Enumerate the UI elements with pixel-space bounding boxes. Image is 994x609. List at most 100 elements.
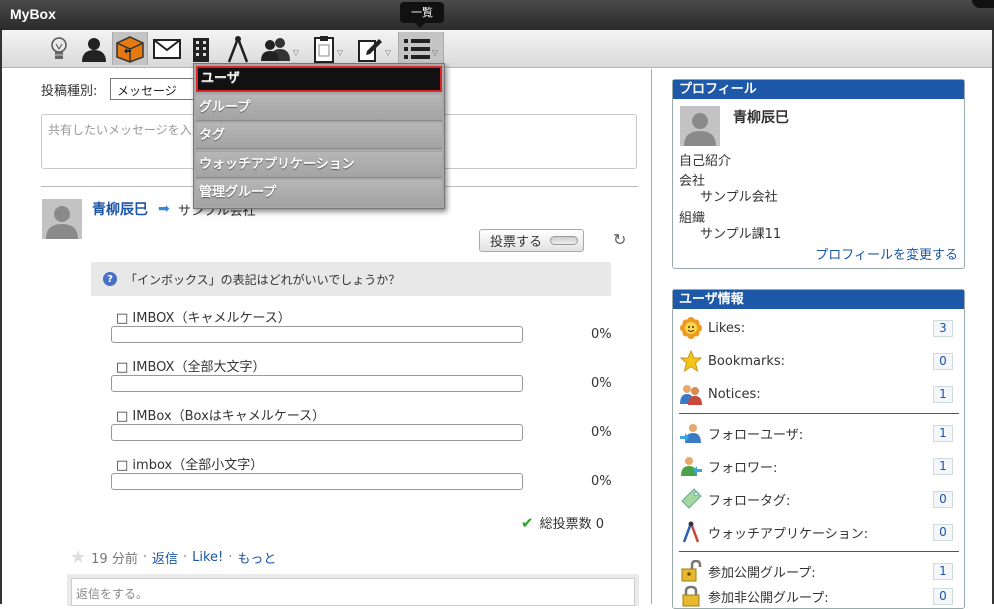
watch-apps-row[interactable]: ウォッチアプリケーション: 0 bbox=[679, 520, 959, 544]
poll-option-bar bbox=[111, 326, 523, 343]
sidebar: プロフィール 青柳辰巳 自己紹介 会社 サンプル会社 組織 サンプル課11 プロ… bbox=[652, 69, 992, 609]
menu-item-watch-apps[interactable]: ウォッチアプリケーション bbox=[196, 152, 442, 178]
separator-dot: · bbox=[182, 550, 188, 565]
vote-button-label: 投票する bbox=[490, 235, 543, 250]
private-groups-count: 0 bbox=[933, 587, 953, 605]
poll-option-percent: 0% bbox=[591, 376, 612, 391]
intro-label: 自己紹介 bbox=[679, 154, 732, 169]
poll-question-text: 「インボックス」の表記はどれがいいでしょうか？ bbox=[125, 272, 401, 287]
list-tooltip: 一覧 bbox=[400, 2, 444, 28]
divider bbox=[679, 413, 959, 414]
mail-icon[interactable] bbox=[151, 32, 183, 65]
private-groups-row[interactable]: 参加非公開グループ: 0 bbox=[679, 584, 959, 608]
lightbulb-icon[interactable] bbox=[46, 32, 72, 65]
profile-header: プロフィール bbox=[673, 80, 964, 99]
list-icon[interactable]: ▽ bbox=[398, 32, 444, 65]
divider bbox=[679, 551, 959, 552]
public-groups-count: 1 bbox=[933, 562, 953, 580]
help-icon: ? bbox=[103, 272, 117, 286]
more-link[interactable]: もっと bbox=[237, 548, 276, 567]
poll-question: ? 「インボックス」の表記はどれがいいでしょうか？ bbox=[91, 262, 611, 296]
poll-option-label[interactable]: □ IMBOX（全部大文字） bbox=[116, 356, 265, 375]
poll-option-percent: 0% bbox=[591, 425, 612, 440]
unlock-icon bbox=[679, 559, 703, 583]
user-info-panel: ユーザ情報 Likes: 3 Bookmarks: 0 Notices: 1 フ… bbox=[672, 289, 965, 609]
compass-icon[interactable] bbox=[224, 32, 252, 65]
window-corner bbox=[972, 0, 994, 8]
private-groups-label: 参加非公開グループ: bbox=[708, 590, 829, 606]
arrow-right-icon: ➡ bbox=[158, 201, 170, 217]
edit-profile-link[interactable]: プロフィールを変更する bbox=[815, 244, 958, 263]
people-icon bbox=[679, 382, 703, 406]
building-icon[interactable] bbox=[188, 32, 214, 65]
poll-option-label[interactable]: □ IMBox（Boxはキャメルケース） bbox=[116, 405, 325, 424]
bookmarks-row[interactable]: Bookmarks: 0 bbox=[679, 349, 959, 373]
likes-row[interactable]: Likes: 3 bbox=[679, 316, 959, 340]
follow-tags-row[interactable]: フォロータグ: 0 bbox=[679, 487, 959, 511]
notices-count: 1 bbox=[933, 385, 953, 403]
follow-tags-label: フォロータグ: bbox=[708, 493, 791, 509]
menu-item-users[interactable]: ユーザ bbox=[196, 66, 442, 92]
edit-icon[interactable]: ▽ bbox=[352, 32, 396, 65]
poll-option-bar bbox=[111, 424, 523, 441]
total-votes: ✔ 総投票数 0 bbox=[521, 513, 604, 533]
reply-link[interactable]: 返信 bbox=[152, 548, 178, 567]
post-type-value: メッセージ bbox=[117, 84, 177, 98]
notices-row[interactable]: Notices: 1 bbox=[679, 382, 959, 406]
compass-icon bbox=[679, 520, 703, 544]
reply-input[interactable]: 返信をする。 bbox=[71, 578, 635, 606]
refresh-icon[interactable]: ↻ bbox=[613, 230, 626, 249]
follow-users-row[interactable]: フォローユーザ: 1 bbox=[679, 421, 959, 445]
user-info-header: ユーザ情報 bbox=[673, 290, 964, 309]
total-votes-text: 総投票数 0 bbox=[539, 517, 604, 532]
follower-icon bbox=[679, 454, 703, 478]
reply-placeholder: 返信をする。 bbox=[76, 587, 149, 601]
followers-label: フォロワー: bbox=[708, 460, 778, 476]
post-time: 19 分前 bbox=[91, 552, 138, 567]
likes-count: 3 bbox=[933, 319, 953, 337]
chevron-down-icon: ▽ bbox=[431, 48, 439, 57]
poll-option-bar bbox=[111, 375, 523, 392]
tag-icon bbox=[679, 487, 703, 511]
public-groups-label: 参加公開グループ: bbox=[708, 565, 816, 581]
main-area: 投稿種別: メッセージ 共有したいメッセージを入力 青柳辰巳 ➡ サンプル会社 … bbox=[2, 69, 992, 609]
watch-apps-count: 0 bbox=[933, 523, 953, 541]
menu-item-groups[interactable]: グループ bbox=[196, 95, 442, 121]
poll-option-label[interactable]: □ IMBOX（キャメルケース） bbox=[116, 307, 291, 326]
group-icon[interactable]: ▽ bbox=[258, 32, 302, 65]
public-groups-row[interactable]: 参加公開グループ: 1 bbox=[679, 559, 959, 583]
like-link[interactable]: Like! bbox=[192, 550, 223, 565]
likes-flower-icon bbox=[679, 316, 703, 340]
poll-option-label[interactable]: □ imbox（全部小文字） bbox=[116, 454, 263, 473]
likes-label: Likes: bbox=[708, 320, 746, 336]
profile-name: 青柳辰巳 bbox=[733, 110, 789, 126]
vote-button[interactable]: 投票する bbox=[479, 229, 584, 252]
followers-row[interactable]: フォロワー: 1 bbox=[679, 454, 959, 478]
bookmarks-count: 0 bbox=[933, 352, 953, 370]
post-author-link[interactable]: 青柳辰巳 bbox=[92, 199, 148, 219]
profile-panel: プロフィール 青柳辰巳 自己紹介 会社 サンプル会社 組織 サンプル課11 プロ… bbox=[672, 79, 965, 269]
bookmarks-label: Bookmarks: bbox=[708, 353, 786, 369]
app-title: MyBox bbox=[10, 6, 56, 22]
watch-apps-label: ウォッチアプリケーション: bbox=[708, 526, 869, 542]
follow-users-count: 1 bbox=[933, 424, 953, 442]
star-icon bbox=[679, 349, 703, 373]
follow-tags-count: 0 bbox=[933, 490, 953, 508]
org-value: サンプル課11 bbox=[700, 227, 782, 242]
follow-users-label: フォローユーザ: bbox=[708, 427, 804, 443]
avatar[interactable] bbox=[42, 199, 82, 239]
box-icon[interactable] bbox=[112, 32, 148, 65]
profile-avatar[interactable] bbox=[680, 106, 720, 146]
title-bar: MyBox bbox=[0, 0, 994, 30]
post-type-select[interactable]: メッセージ bbox=[110, 78, 194, 100]
menu-item-tags[interactable]: タグ bbox=[196, 123, 442, 149]
user-icon[interactable] bbox=[78, 32, 110, 65]
poll-option-percent: 0% bbox=[591, 327, 612, 342]
post-type-label: 投稿種別: bbox=[41, 84, 98, 99]
bookmark-star-icon[interactable]: ★ bbox=[70, 547, 86, 568]
menu-item-admin-groups[interactable]: 管理グループ bbox=[196, 180, 442, 206]
clipboard-icon[interactable]: ▽ bbox=[306, 32, 350, 65]
reply-area: 返信をする。 bbox=[67, 574, 639, 606]
list-dropdown-menu: ユーザ グループ タグ ウォッチアプリケーション 管理グループ bbox=[193, 63, 445, 209]
followers-count: 1 bbox=[933, 457, 953, 475]
